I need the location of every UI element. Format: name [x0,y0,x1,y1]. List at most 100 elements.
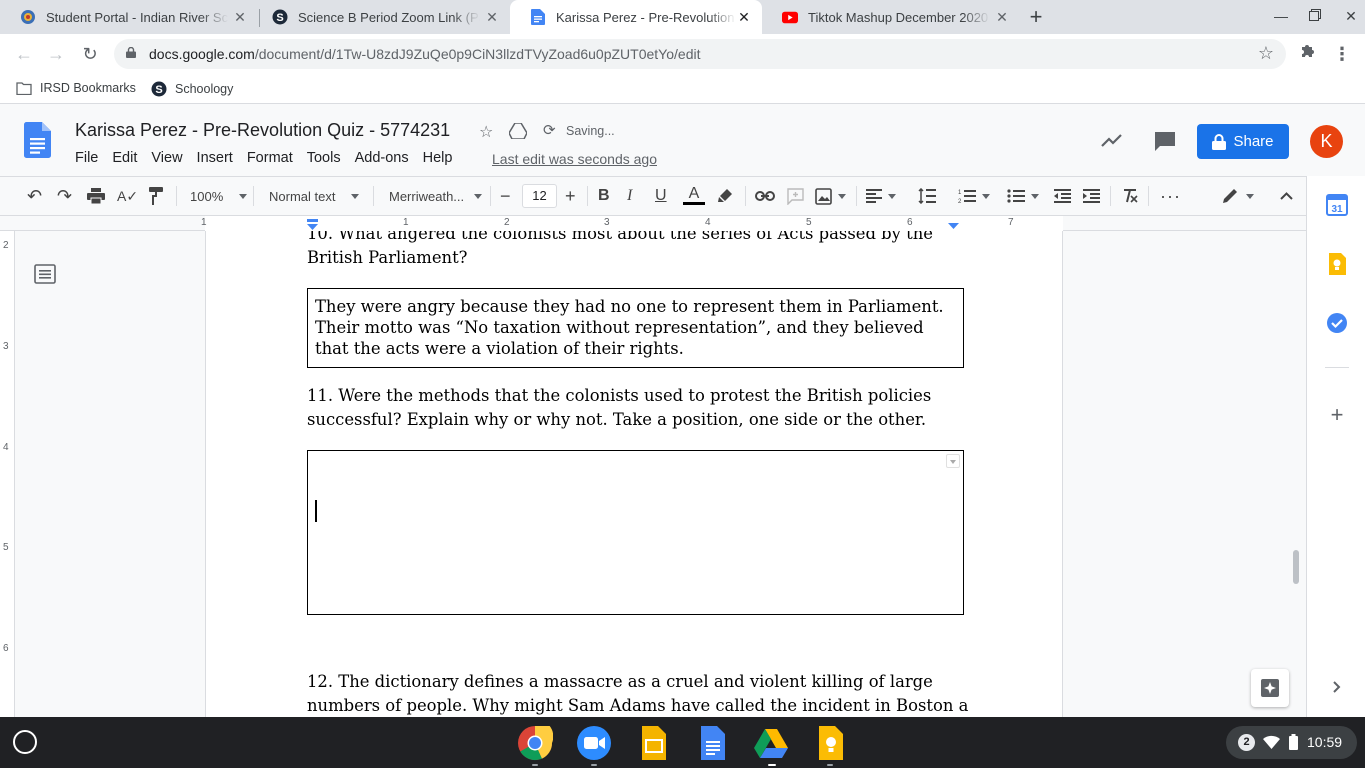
text-cursor [315,500,317,522]
google-docs-logo-icon[interactable] [24,122,51,158]
font-size-input[interactable]: 12 [522,184,557,208]
numbered-list-icon[interactable]: 12 [958,185,990,207]
answer-box-10[interactable]: They were angry because they had no one … [307,288,964,368]
insert-image-icon[interactable] [815,185,846,207]
toolbar-divider [176,186,177,206]
menu-insert[interactable]: Insert [197,150,233,166]
minimize-icon[interactable]: — [1266,8,1296,24]
star-icon[interactable]: ☆ [479,122,493,142]
bookmark-schoology[interactable]: S Schoology [151,81,233,97]
table-cell-menu-icon[interactable] [946,454,960,468]
tab-science-zoom[interactable]: S Science B Period Zoom Link (Pas ✕ [252,0,510,34]
toolbar-divider [490,186,491,206]
editing-mode-icon[interactable] [1222,185,1254,207]
menu-view[interactable]: View [151,150,182,166]
menu-format[interactable]: Format [247,150,293,166]
align-left-icon[interactable] [866,185,896,207]
redo-icon[interactable]: ↷ [57,185,72,207]
restore-window-icon[interactable] [1300,8,1330,24]
add-comment-icon[interactable] [787,185,804,207]
comment-history-icon[interactable] [1152,128,1178,154]
running-indicator [827,764,833,766]
spellcheck-icon[interactable]: A✓ [117,185,138,207]
tab-tiktok-mashup[interactable]: Tiktok Mashup December 2020 (N ✕ [762,0,1020,34]
new-tab-button[interactable]: + [1024,4,1048,30]
zoom-icon[interactable] [576,725,612,761]
font-select[interactable]: Merriweath... [389,185,483,207]
vertical-scrollbar[interactable] [1293,550,1299,584]
increase-indent-icon[interactable] [1083,185,1100,207]
account-avatar[interactable]: K [1310,125,1343,158]
line-spacing-icon[interactable] [918,185,936,207]
extensions-puzzle-icon[interactable] [1296,42,1320,66]
highlight-color-icon[interactable] [717,185,733,207]
tasks-icon[interactable] [1326,312,1348,334]
close-tab-icon[interactable]: ✕ [232,9,248,26]
increase-font-size-icon[interactable]: + [565,185,576,207]
keep-icon[interactable] [1326,253,1348,275]
ruler-number: 1 [201,217,207,228]
keep-app-icon[interactable] [812,725,848,761]
menu-edit[interactable]: Edit [112,150,137,166]
more-options-icon[interactable]: ··· [1160,185,1181,207]
docs-icon[interactable] [694,725,730,761]
reload-icon[interactable]: ↻ [78,42,102,66]
insert-link-icon[interactable] [755,185,775,207]
back-arrow-icon[interactable]: ← [12,42,36,66]
underline-icon[interactable]: U [655,185,667,207]
bookmark-star-icon[interactable]: ☆ [1258,43,1274,64]
share-button[interactable]: Share [1197,124,1289,159]
launcher-icon[interactable] [13,730,37,754]
left-indent-marker-icon[interactable] [306,219,319,231]
bookmark-irsd[interactable]: IRSD Bookmarks [16,81,136,95]
paint-format-icon[interactable] [148,185,164,207]
text-color-icon[interactable]: A [683,185,705,207]
drive-icon[interactable] [753,725,789,761]
bold-icon[interactable]: B [598,185,610,207]
close-tab-icon[interactable]: ✕ [736,9,752,26]
explore-button[interactable] [1251,669,1289,707]
answer-11-text[interactable] [308,451,963,465]
decrease-indent-icon[interactable] [1054,185,1071,207]
tab-karissa-doc[interactable]: Karissa Perez - Pre-Revolution Q ✕ [510,0,762,34]
chrome-icon[interactable] [517,725,553,761]
document-outline-icon[interactable] [34,264,56,284]
slides-icon[interactable] [635,725,671,761]
print-icon[interactable] [87,185,105,207]
clear-formatting-icon[interactable] [1122,185,1138,207]
document-title[interactable]: Karissa Perez - Pre-Revolution Quiz - 57… [75,120,450,141]
activity-trend-icon[interactable] [1099,128,1125,154]
answer-box-11[interactable] [307,450,964,615]
address-bar[interactable]: docs.google.com/document/d/1Tw-U8zdJ9ZuQ… [114,39,1286,69]
document-page[interactable]: 10. What angered the colonists most abou… [205,231,1063,717]
collapse-menus-icon[interactable] [1280,185,1293,207]
menu-help[interactable]: Help [423,150,453,166]
zoom-select[interactable]: 100% [190,185,248,207]
decrease-font-size-icon[interactable]: − [500,185,511,207]
close-tab-icon[interactable]: ✕ [484,9,500,26]
bulleted-list-icon[interactable] [1007,185,1039,207]
menu-tools[interactable]: Tools [307,150,341,166]
calendar-icon[interactable]: 31 [1326,194,1348,216]
undo-icon[interactable]: ↶ [27,185,42,207]
close-tab-icon[interactable]: ✕ [994,9,1010,26]
horizontal-ruler[interactable]: 1 1 2 3 4 5 6 7 [0,216,1306,231]
get-addons-plus-icon[interactable]: + [1326,404,1348,426]
browser-menu-icon[interactable]: ⋮ [1330,42,1354,66]
menu-addons[interactable]: Add-ons [355,150,409,166]
move-to-drive-icon[interactable] [508,122,528,144]
hide-side-panel-chevron-icon[interactable] [1330,676,1344,698]
italic-icon[interactable]: I [627,185,632,207]
ruler-number: 7 [1008,217,1014,228]
close-window-icon[interactable]: ✕ [1336,8,1365,25]
tab-student-portal[interactable]: Student Portal - Indian River Scho ✕ [0,0,258,34]
vertical-ruler[interactable]: 2 3 4 5 6 [0,231,15,717]
right-indent-marker-icon[interactable] [947,222,960,230]
status-tray[interactable]: 2 10:59 [1226,726,1357,759]
last-edit-link[interactable]: Last edit was seconds ago [492,151,657,167]
paragraph-style-select[interactable]: Normal text [269,185,360,207]
answer-10-text[interactable]: They were angry because they had no one … [308,289,963,366]
side-panel: 31 + [1306,176,1365,717]
forward-arrow-icon[interactable]: → [44,42,68,66]
menu-file[interactable]: File [75,150,98,166]
